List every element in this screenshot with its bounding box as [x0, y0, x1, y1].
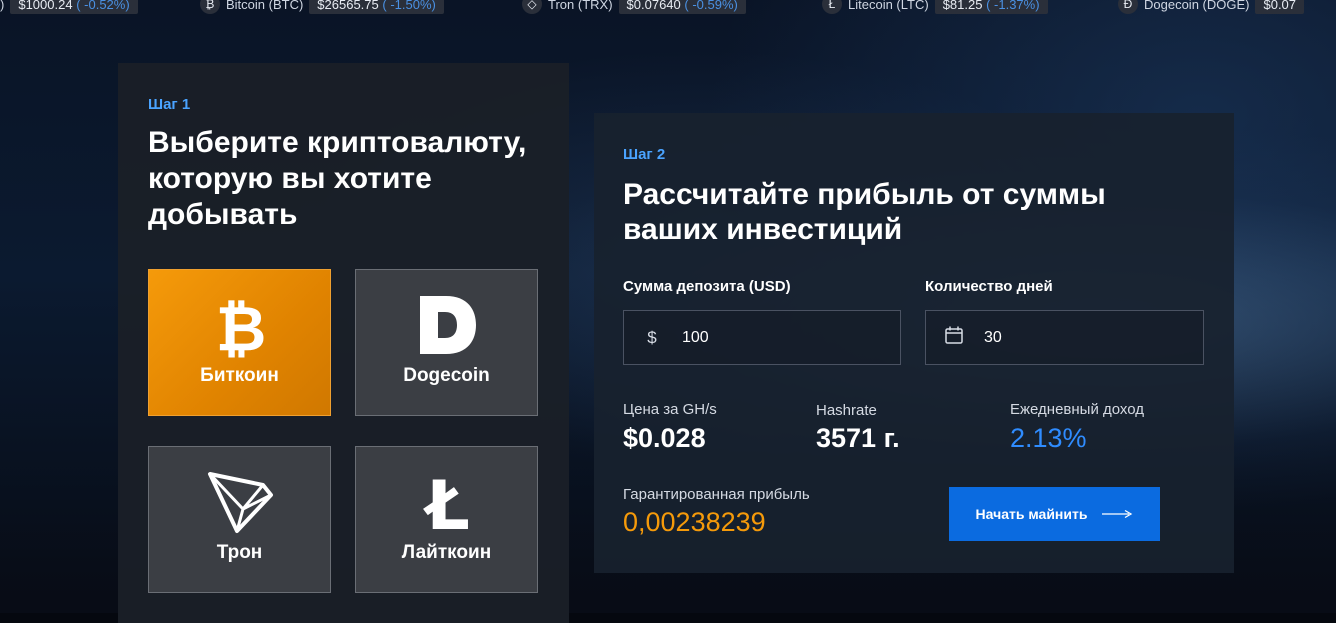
- dollar-icon: $: [647, 327, 657, 347]
- ticker-item: ₿ Bitcoin (BTC) $26565.75 ( -1.50%): [200, 0, 444, 14]
- svg-text:₿: ₿: [216, 292, 267, 362]
- price-per-ghs-label: Цена за GH/s: [623, 401, 717, 418]
- step2-label: Шаг 2: [623, 146, 666, 163]
- days-input[interactable]: [982, 327, 1203, 348]
- guaranteed-profit-label: Гарантированная прибыль: [623, 486, 810, 503]
- ticker-item: Ł Litecoin (LTC) $81.25 ( -1.37%): [822, 0, 1048, 14]
- hashrate-label: Hashrate: [816, 402, 877, 419]
- step1-card: Шаг 1 Выберите криптовалюту, которую вы …: [118, 63, 569, 623]
- coin-label: Биткоин: [200, 365, 279, 386]
- daily-income-value: 2.13%: [1010, 423, 1087, 453]
- ticker-name: Tron (TRX): [548, 0, 613, 12]
- ticker-price: $0.07640 ( -0.59%): [618, 0, 746, 14]
- ticker-name: Bitcoin (BTC): [226, 0, 304, 12]
- ticker-price: $81.25 ( -1.37%): [934, 0, 1048, 14]
- ticker-price: $1000.24 ( -0.52%): [10, 0, 138, 14]
- ticker-item: Ð Dogecoin (DOGE) $0.07: [1118, 0, 1305, 14]
- guaranteed-profit-value: 0,00238239: [623, 507, 766, 537]
- deposit-label: Сумма депозита (USD): [623, 278, 791, 295]
- dogecoin-icon: Ð: [1118, 0, 1138, 14]
- deposit-field: $: [623, 310, 901, 365]
- price-per-ghs-value: $0.028: [623, 423, 706, 453]
- tron-icon: [208, 472, 273, 533]
- ticker-price: $26565.75 ( -1.50%): [309, 0, 444, 14]
- coin-label: Трон: [216, 542, 263, 563]
- hashrate-value: 3571 г.: [816, 423, 900, 453]
- ticker-name: Dogecoin (DOGE): [1144, 0, 1250, 12]
- days-field: [925, 310, 1204, 365]
- start-mining-label: Начать майнить: [975, 506, 1088, 522]
- step2-card: Шаг 2 Рассчитайте прибыль от суммы ваших…: [594, 113, 1234, 573]
- ticker-price: $0.07: [1255, 0, 1305, 14]
- price-ticker: ) $1000.24 ( -0.52%) ₿ Bitcoin (BTC) $26…: [0, 0, 1336, 14]
- ticker-name: Litecoin (LTC): [848, 0, 929, 12]
- bitcoin-icon: ₿: [216, 292, 267, 362]
- litecoin-icon: Ł: [822, 0, 842, 14]
- step2-title: Рассчитайте прибыль от суммы ваших инвес…: [623, 178, 1106, 246]
- daily-income-label: Ежедневный доход: [1010, 401, 1145, 418]
- coin-option-litecoin[interactable]: Ł Лайткоин: [355, 446, 538, 593]
- litecoin-icon: Ł: [422, 469, 470, 535]
- coin-option-bitcoin[interactable]: ₿ Биткоин: [148, 269, 331, 416]
- coin-option-dogecoin[interactable]: Dogecoin: [355, 269, 538, 416]
- coin-label: Dogecoin: [403, 365, 490, 386]
- step1-title: Выберите криптовалюту, которую вы хотите…: [148, 126, 527, 231]
- days-label: Количество дней: [925, 278, 1053, 295]
- bitcoin-icon: ₿: [200, 0, 220, 14]
- step1-label: Шаг 1: [148, 96, 191, 113]
- ticker-name: ): [0, 0, 5, 12]
- tron-icon: ◇: [522, 0, 542, 14]
- arrow-right-icon: [1101, 509, 1133, 519]
- ticker-item: ) $1000.24 ( -0.52%): [0, 0, 138, 14]
- coin-label: Лайткоин: [401, 542, 492, 563]
- deposit-input[interactable]: [680, 327, 900, 348]
- dogecoin-icon: [420, 296, 476, 354]
- svg-text:Ł: Ł: [422, 469, 470, 535]
- ticker-item: ◇ Tron (TRX) $0.07640 ( -0.59%): [522, 0, 746, 14]
- start-mining-button[interactable]: Начать майнить: [949, 487, 1160, 541]
- coin-option-tron[interactable]: Трон: [148, 446, 331, 593]
- calendar-icon: [926, 325, 982, 350]
